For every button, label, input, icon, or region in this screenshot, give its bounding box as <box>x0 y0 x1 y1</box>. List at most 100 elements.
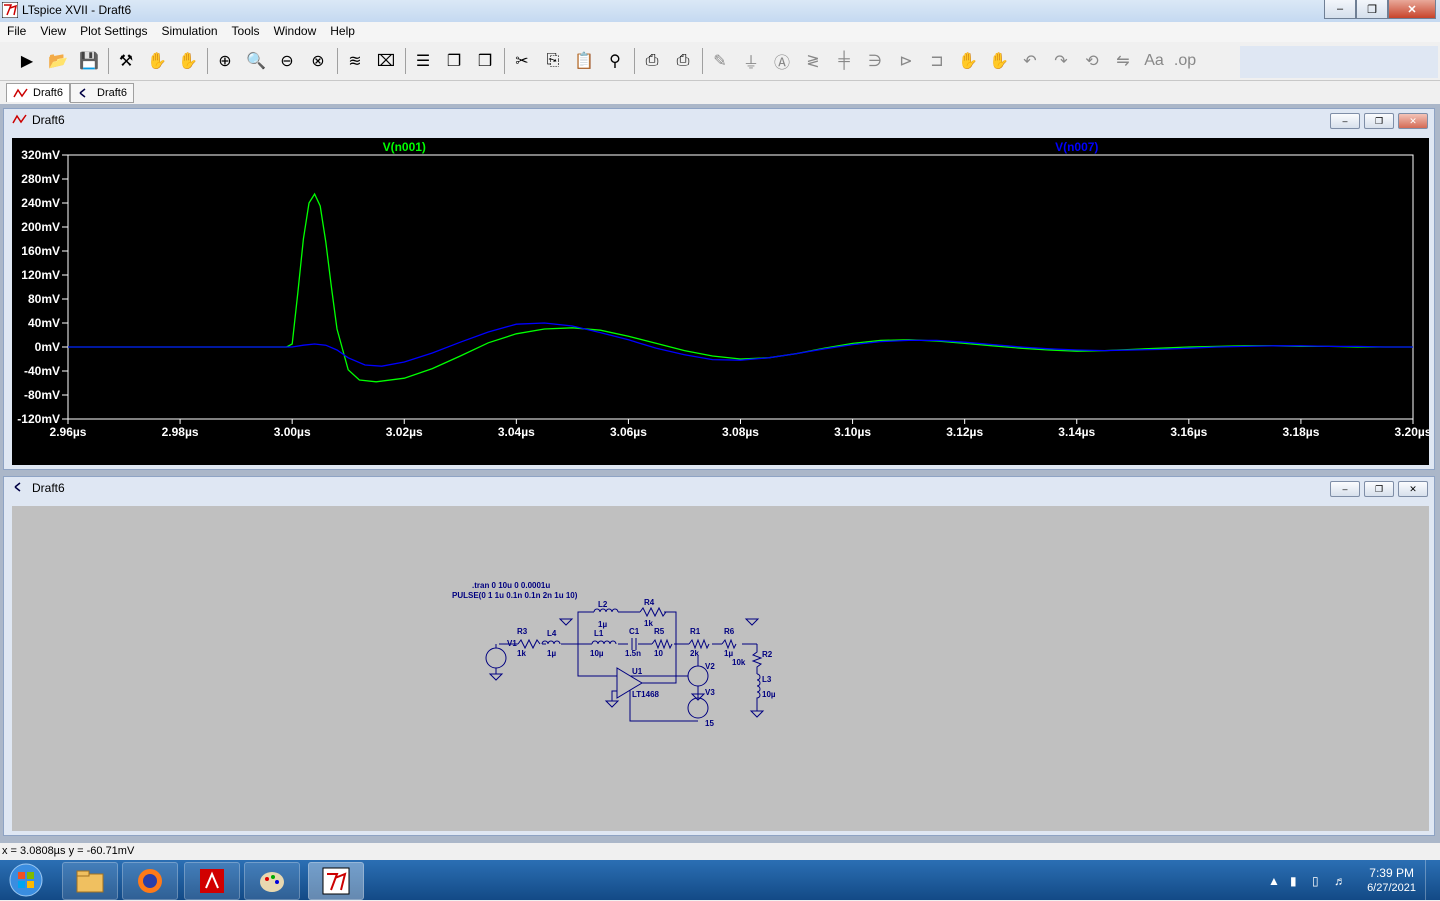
control-panel-button[interactable]: ⚒ <box>113 48 139 74</box>
waveform-plot[interactable]: 320mV 280mV 240mV 200mV 160mV 120mV 80mV 40mV 0m… <box>12 138 1432 465</box>
show-desktop-button[interactable] <box>1425 860 1440 900</box>
menu-view[interactable]: View <box>33 22 73 42</box>
menu-window[interactable]: Window <box>267 22 324 42</box>
value-R3[interactable]: 1k <box>517 649 526 658</box>
inductor-button[interactable]: ∋ <box>862 48 888 74</box>
label-R3[interactable]: R3 <box>517 627 528 636</box>
menu-help[interactable]: Help <box>323 22 362 42</box>
print-button[interactable]: ⎙ <box>639 48 665 74</box>
waveform-chart[interactable]: 320mV 280mV 240mV 200mV 160mV 120mV 80mV 40mV 0m… <box>12 138 1431 465</box>
taskbar-ltspice[interactable] <box>308 862 364 900</box>
label-R4[interactable]: R4 <box>644 598 655 607</box>
autorange-button[interactable]: ≋ <box>342 48 368 74</box>
start-button[interactable] <box>4 862 48 898</box>
value-L4[interactable]: 1µ <box>547 649 556 658</box>
schematic-close-button[interactable]: ✕ <box>1398 481 1428 497</box>
move-button[interactable]: ✋ <box>955 48 981 74</box>
menu-plot-settings[interactable]: Plot Settings <box>73 22 154 42</box>
label-L1[interactable]: L1 <box>594 629 604 638</box>
value-C1[interactable]: 1.5n <box>625 649 641 658</box>
label-V2[interactable]: V2 <box>705 662 715 671</box>
label-R6[interactable]: R6 <box>724 627 735 636</box>
plot-close-button[interactable]: ✕ <box>1398 113 1428 129</box>
menu-simulation[interactable]: Simulation <box>155 22 225 42</box>
value-L2[interactable]: 1µ <box>598 620 607 629</box>
wire-button[interactable]: ✎ <box>707 48 733 74</box>
zoom-cancel-button[interactable]: ⊗ <box>305 48 331 74</box>
tab-schematic-draft6[interactable]: Draft6 <box>70 83 134 103</box>
schematic-canvas[interactable]: .tran 0 10u 0 0.0001u PULSE(0 1 1u 0.1n … <box>12 506 1429 831</box>
copy-button[interactable]: ⎘ <box>540 48 566 74</box>
value-R1[interactable]: 2k <box>690 649 699 658</box>
resistor-button[interactable]: ≷ <box>800 48 826 74</box>
find-button[interactable]: ⚲ <box>602 48 628 74</box>
undo-button[interactable]: ↶ <box>1017 48 1043 74</box>
clock-date[interactable]: 6/27/2021 <box>1367 882 1416 894</box>
mark-button[interactable]: ⌧ <box>373 48 399 74</box>
label-V3[interactable]: V3 <box>705 688 715 697</box>
label-C1[interactable]: C1 <box>629 627 640 636</box>
diode-button[interactable]: ⊳ <box>893 48 919 74</box>
cut-button[interactable]: ✂ <box>509 48 535 74</box>
redo-button[interactable]: ↷ <box>1048 48 1074 74</box>
taskbar-paint[interactable] <box>244 862 300 900</box>
close-button[interactable]: ✕ <box>1388 0 1436 19</box>
label-L2[interactable]: L2 <box>598 600 608 609</box>
save-button[interactable]: 💾 <box>76 48 102 74</box>
cascade-button[interactable]: ❐ <box>441 48 467 74</box>
series-line-Vn001[interactable] <box>68 192 1413 383</box>
value-R5[interactable]: 10 <box>654 649 663 658</box>
component-button[interactable]: ⊐ <box>924 48 950 74</box>
paste-button[interactable]: 📋 <box>571 48 597 74</box>
taskbar-acrobat[interactable] <box>184 862 240 900</box>
menu-file[interactable]: File <box>0 22 33 42</box>
halt-button[interactable]: ✋ <box>144 48 170 74</box>
trace-label[interactable]: V(n007) <box>1055 140 1098 154</box>
zoom-rect-button[interactable]: 🔍 <box>243 48 269 74</box>
ground-button[interactable]: ⏚ <box>738 48 764 74</box>
schematic-drawing[interactable]: .tran 0 10u 0 0.0001u PULSE(0 1 1u 0.1n … <box>12 506 1429 831</box>
schematic-minimize-button[interactable]: – <box>1330 481 1360 497</box>
network-icon[interactable]: ▮ <box>1290 874 1297 888</box>
maximize-button[interactable]: ❐ <box>1356 0 1388 19</box>
value-V3[interactable]: 15 <box>705 719 714 728</box>
directive-tran[interactable]: .tran 0 10u 0 0.0001u <box>472 581 550 590</box>
zoom-in-button[interactable]: ⊕ <box>212 48 238 74</box>
print-setup-button[interactable]: ⎙ <box>670 48 696 74</box>
label-L3[interactable]: L3 <box>762 675 772 684</box>
tile-vertical-button[interactable]: ❒ <box>472 48 498 74</box>
taskbar-firefox[interactable] <box>122 862 178 900</box>
label-R1[interactable]: R1 <box>690 627 701 636</box>
series-line-Vn007[interactable] <box>68 322 1413 367</box>
label-button[interactable]: Ⓐ <box>769 48 795 74</box>
schematic-restore-button[interactable]: ❐ <box>1364 481 1394 497</box>
menu-tools[interactable]: Tools <box>225 22 267 42</box>
power-icon[interactable]: ▯ <box>1312 874 1319 888</box>
minimize-button[interactable]: – <box>1324 0 1356 19</box>
rotate-button[interactable]: ⟲ <box>1079 48 1105 74</box>
label-L4[interactable]: L4 <box>547 629 557 638</box>
value-U1[interactable]: LT1468 <box>632 690 660 699</box>
capacitor-button[interactable]: ╪ <box>831 48 857 74</box>
trace-label[interactable]: V(n001) <box>383 140 426 154</box>
tile-horizontal-button[interactable]: ☰ <box>410 48 436 74</box>
value-R6[interactable]: 1µ <box>724 649 733 658</box>
drag-button[interactable]: ✋ <box>986 48 1012 74</box>
label-U1[interactable]: U1 <box>632 667 643 676</box>
label-V1[interactable]: V1 <box>507 639 517 648</box>
directive-pulse[interactable]: PULSE(0 1 1u 0.1n 0.1n 2n 1u 10) <box>452 591 578 600</box>
spice-directive-button[interactable]: .op <box>1172 48 1198 74</box>
zoom-out-button[interactable]: ⊖ <box>274 48 300 74</box>
label-R5[interactable]: R5 <box>654 627 665 636</box>
plot-restore-button[interactable]: ❐ <box>1364 113 1394 129</box>
clock-time[interactable]: 7:39 PM <box>1369 866 1414 880</box>
value-R4[interactable]: 1k <box>644 619 653 628</box>
value-L3[interactable]: 10µ <box>762 690 776 699</box>
pan-button[interactable]: ✋ <box>175 48 201 74</box>
value-R2[interactable]: 10k <box>732 658 746 667</box>
taskbar-explorer[interactable] <box>62 862 118 900</box>
tab-waveform-draft6[interactable]: Draft6 <box>6 83 70 102</box>
plot-minimize-button[interactable]: – <box>1330 113 1360 129</box>
mirror-button[interactable]: ⇋ <box>1110 48 1136 74</box>
text-button[interactable]: Aa <box>1141 48 1167 74</box>
